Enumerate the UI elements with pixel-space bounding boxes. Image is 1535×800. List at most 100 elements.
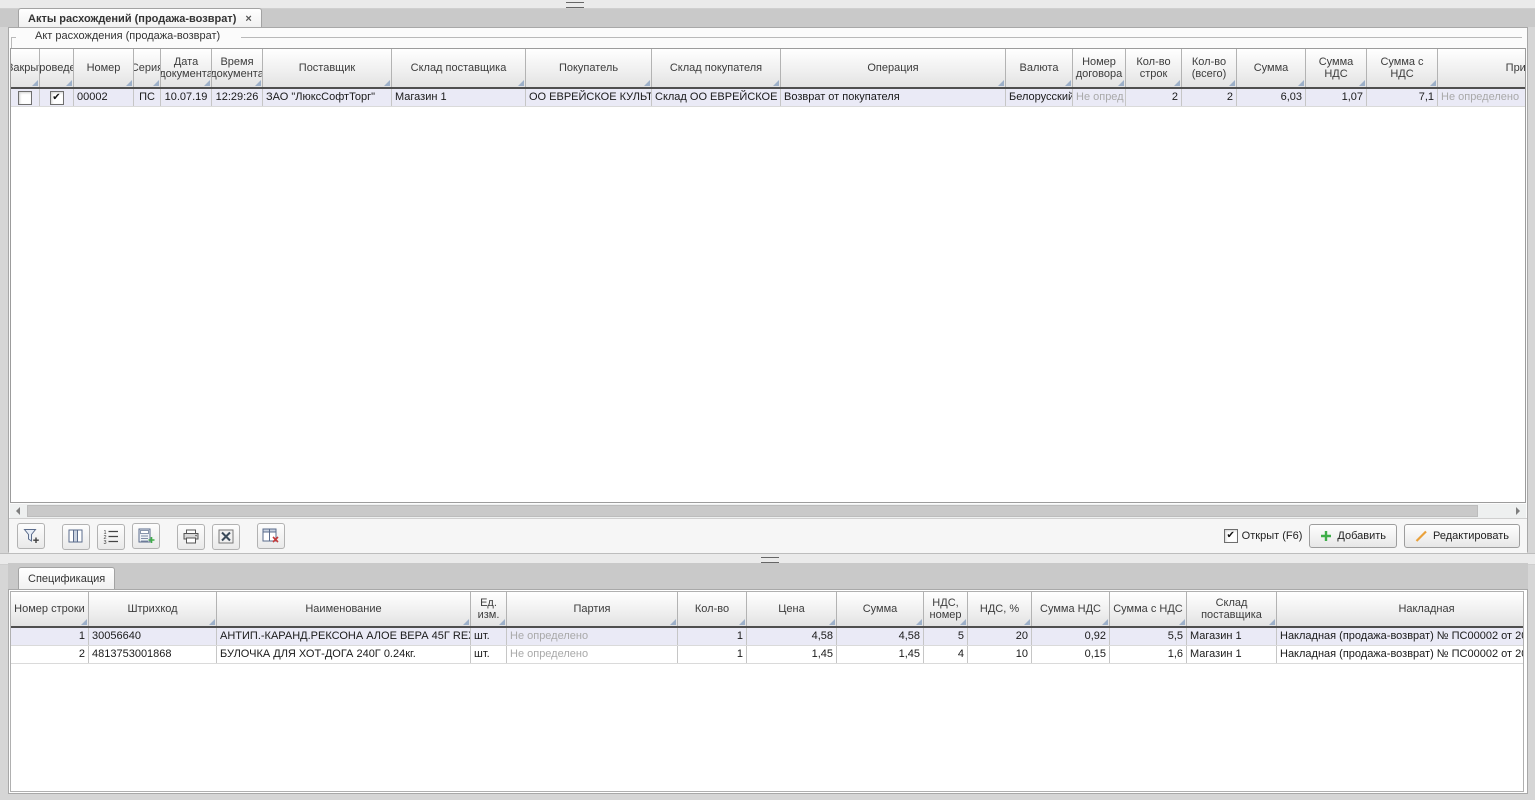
column-header-barcode[interactable]: Штрихкод [89,592,217,626]
tab-acts-of-discrepancy[interactable]: Акты расхождений (продажа-возврат) × [18,8,262,27]
proved-checkbox-cell[interactable]: ✔ [40,89,74,106]
excel-export-button[interactable] [212,524,240,550]
column-header-series[interactable]: Серия [134,49,161,87]
spec-tab-strip: Спецификация [8,563,1528,589]
cell-batch: Не определено [507,628,678,645]
cell-buyer-warehouse: Склад ОО ЕВРЕЙСКОЕ К [652,89,781,106]
column-header-closed[interactable]: Закрыт [11,49,40,87]
cell-qty: 1 [678,646,747,663]
open-f6-checkbox[interactable]: ✔ Открыт (F6) [1224,529,1303,543]
cell-buyer: ОО ЕВРЕЙСКОЕ КУЛЬТУ [526,89,652,106]
column-header-sum[interactable]: Сумма [1237,49,1306,87]
columns-icon [68,529,84,544]
plus-icon [1320,530,1332,542]
column-header-qty-total[interactable]: Кол-во (всего) [1182,49,1237,87]
spec-content: Номер строки Штрихкод Наименование Ед. и… [8,589,1528,794]
horizontal-scrollbar[interactable] [10,504,1526,518]
column-header-vat-number[interactable]: НДС, номер [924,592,968,626]
column-header-name[interactable]: Наименование [217,592,471,626]
column-header-supplier-warehouse[interactable]: Склад поставщика [392,49,526,87]
scroll-left-arrow-icon[interactable] [10,504,26,518]
cell-sum-with-vat: 7,1 [1367,89,1438,106]
columns-button[interactable] [62,524,90,550]
checkbox-checked-icon[interactable]: ✔ [50,91,64,105]
column-header-vat-sum[interactable]: Сумма НДС [1032,592,1110,626]
cell-unit: шт. [471,628,507,645]
cell-sum: 1,45 [837,646,924,663]
cell-price: 4,58 [747,628,837,645]
column-header-doc-time[interactable]: Время документа [212,49,263,87]
cell-line-count: 2 [1126,89,1182,106]
cell-name: АНТИП.-КАРАНД.РЕКСОНА АЛОЕ ВЕРА 45Г REXO… [217,628,471,645]
column-header-doc-date[interactable]: Дата документа [161,49,212,87]
cell-price: 1,45 [747,646,837,663]
column-header-price[interactable]: Цена [747,592,837,626]
column-header-unit[interactable]: Ед. изм. [471,592,507,626]
column-header-buyer-warehouse[interactable]: Склад покупателя [652,49,781,87]
scroll-right-arrow-icon[interactable] [1510,504,1526,518]
cell-sum-vat: 1,07 [1306,89,1367,106]
cell-qty: 1 [678,628,747,645]
spec-row[interactable]: 1 30056640 АНТИП.-КАРАНД.РЕКСОНА АЛОЕ ВЕ… [11,628,1524,646]
print-icon [183,529,199,544]
column-header-sum-vat[interactable]: Сумма НДС [1306,49,1367,87]
print-button[interactable] [177,524,205,550]
cell-number: 00002 [74,89,134,106]
splitter-grip-icon[interactable] [566,2,584,8]
closed-checkbox-cell[interactable] [11,89,40,106]
column-header-sum-with-vat[interactable]: Сумма с НДС [1367,49,1438,87]
tab-label: Акты расхождений (продажа-возврат) [28,13,236,25]
cell-contract-number: Не опред [1073,89,1126,106]
column-header-currency[interactable]: Валюта [1006,49,1073,87]
groupbox-line [241,37,1522,38]
cell-doc-time: 12:29:26 [212,89,263,106]
specification-grid: Номер строки Штрихкод Наименование Ед. и… [10,591,1524,792]
cell-supplier-warehouse: Магазин 1 [1187,628,1277,645]
tab-specification[interactable]: Спецификация [18,567,115,589]
documents-grid-header: Закрыт Проведен Номер Серия Дата докумен… [11,49,1526,89]
column-header-proved[interactable]: Проведен [40,49,74,87]
edit-button[interactable]: Редактировать [1404,524,1520,548]
svg-text:3: 3 [104,540,107,544]
numbering-button[interactable]: 1 2 3 [97,524,125,550]
column-header-line-count[interactable]: Кол-во строк [1126,49,1182,87]
calculate-button[interactable] [132,523,160,549]
cell-currency: Белорусский [1006,89,1073,106]
column-header-line-number[interactable]: Номер строки [11,592,89,626]
spec-row[interactable]: 2 4813753001868 БУЛОЧКА ДЛЯ ХОТ-ДОГА 240… [11,646,1524,664]
cell-supplier-warehouse: Магазин 1 [392,89,526,106]
column-header-number[interactable]: Номер [74,49,134,87]
cell-name: БУЛОЧКА ДЛЯ ХОТ-ДОГА 240Г 0.24кг. [217,646,471,663]
column-header-invoice[interactable]: Накладная [1277,592,1524,626]
cell-series: ПС [134,89,161,106]
column-header-qty[interactable]: Кол-во [678,592,747,626]
filter-add-button[interactable] [17,523,45,549]
scrollbar-thumb[interactable] [27,505,1478,517]
cell-batch: Не определено [507,646,678,663]
documents-panel: Акт расхождения (продажа-возврат) Закрыт… [8,27,1528,553]
open-f6-label: Открыт (F6) [1242,530,1303,542]
cell-note: Не определено [1438,89,1526,106]
column-header-batch[interactable]: Партия [507,592,678,626]
cell-operation: Возврат от покупателя [781,89,1006,106]
column-header-supplier[interactable]: Поставщик [263,49,392,87]
add-button[interactable]: Добавить [1309,524,1397,548]
groupbox-border [11,37,16,48]
document-row[interactable]: ✔ 00002 ПС 10.07.19 12:29:26 ЗАО "ЛюксСо… [11,89,1526,107]
column-header-sum-with-vat[interactable]: Сумма с НДС [1110,592,1187,626]
cell-invoice: Накладная (продажа-возврат) № ПС00002 от… [1277,628,1524,645]
column-header-vat-percent[interactable]: НДС, % [968,592,1032,626]
column-header-buyer[interactable]: Покупатель [526,49,652,87]
close-icon[interactable]: × [245,13,251,25]
column-header-operation[interactable]: Операция [781,49,1006,87]
column-header-contract-number[interactable]: Номер договора [1073,49,1126,87]
column-header-sum[interactable]: Сумма [837,592,924,626]
remove-column-icon [262,528,280,544]
checkbox-checked-icon[interactable]: ✔ [1224,529,1238,543]
specification-panel: Спецификация Номер строки Штрихкод Наиме… [8,563,1528,794]
remove-column-button[interactable] [257,523,285,549]
column-header-supplier-warehouse[interactable]: Склад поставщика [1187,592,1277,626]
checkbox-unchecked-icon[interactable] [18,91,32,105]
cell-qty-total: 2 [1182,89,1237,106]
column-header-note[interactable]: Примечание [1438,49,1526,87]
